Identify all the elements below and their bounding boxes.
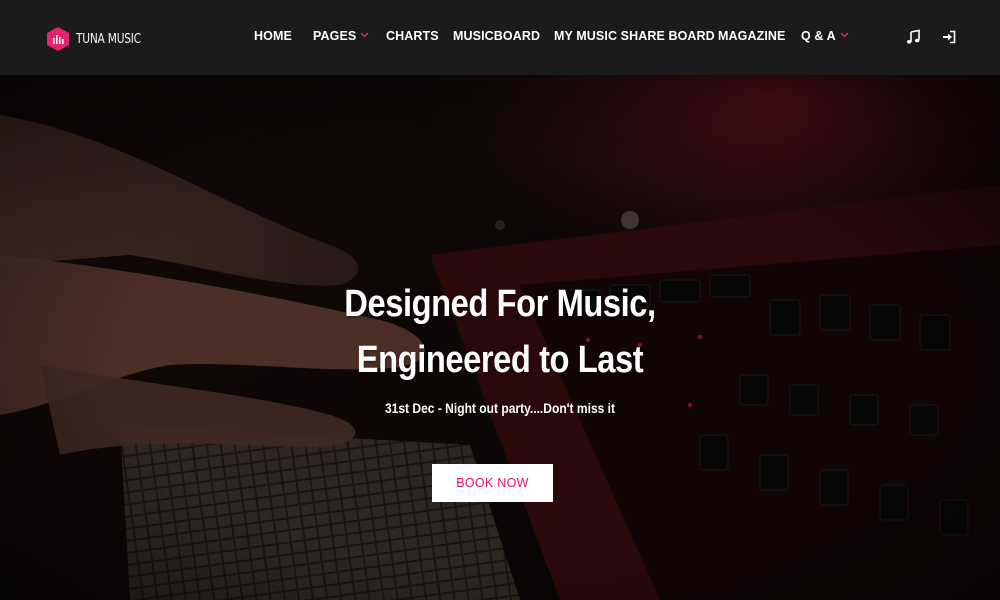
top-navbar: TUNA MUSIC HOME PAGES CHARTS MUSICBOARD … bbox=[0, 0, 1000, 75]
sign-in-icon[interactable] bbox=[941, 29, 957, 45]
hero-section: Designed For Music, Engineered to Last 3… bbox=[0, 75, 1000, 600]
nav-item-musicboard[interactable]: MUSICBOARD bbox=[453, 29, 540, 43]
nav-item-home[interactable]: HOME bbox=[254, 29, 292, 43]
nav-label: Q & A bbox=[801, 29, 836, 43]
chevron-down-icon bbox=[840, 32, 849, 38]
hero-title-line-1: Designed For Music, bbox=[344, 283, 656, 325]
music-note-icon[interactable] bbox=[905, 29, 921, 45]
nav-item-pages[interactable]: PAGES bbox=[313, 29, 369, 43]
logo-hexagon-icon bbox=[47, 27, 69, 51]
nav-label: HOME bbox=[254, 29, 292, 43]
hero-title-line-2: Engineered to Last bbox=[356, 339, 644, 381]
nav-label: MAGAZINE bbox=[718, 29, 786, 43]
nav-item-charts[interactable]: CHARTS bbox=[386, 29, 439, 43]
chevron-down-icon bbox=[360, 32, 369, 38]
brand-logo[interactable]: TUNA MUSIC bbox=[46, 26, 155, 52]
nav-item-my-music-share-board[interactable]: MY MUSIC SHARE BOARD bbox=[554, 29, 715, 43]
book-now-button[interactable]: BOOK NOW bbox=[432, 464, 553, 502]
nav-item-qa[interactable]: Q & A bbox=[801, 29, 849, 43]
nav-label: MY MUSIC SHARE BOARD bbox=[554, 29, 715, 43]
hero-subtitle: 31st Dec - Night out party....Don't miss… bbox=[384, 400, 616, 416]
nav-label: MUSICBOARD bbox=[453, 29, 541, 43]
nav-label: CHARTS bbox=[386, 29, 439, 43]
nav-item-magazine[interactable]: MAGAZINE bbox=[718, 29, 785, 43]
nav-label: PAGES bbox=[313, 29, 357, 43]
brand-name: TUNA MUSIC bbox=[76, 31, 141, 47]
